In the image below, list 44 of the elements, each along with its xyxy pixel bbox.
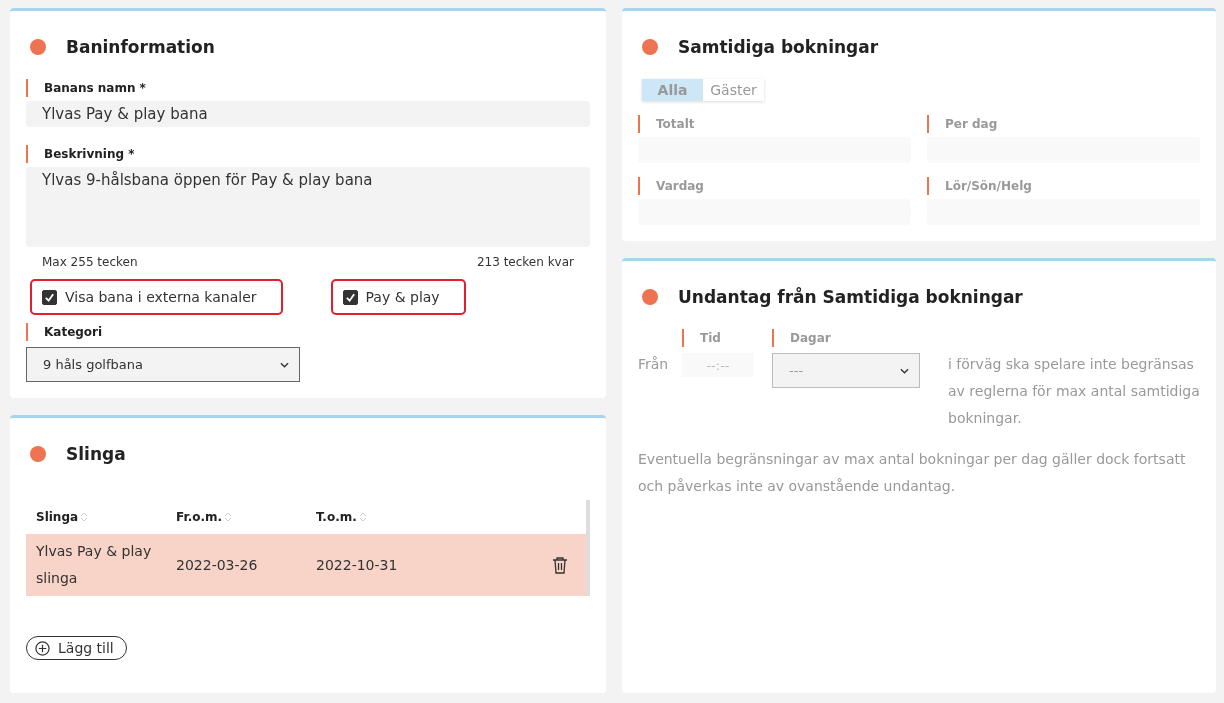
- column-header[interactable]: Fr.o.m.: [176, 510, 316, 524]
- from-label: Från: [638, 355, 670, 374]
- section-title: Baninformation: [66, 37, 215, 57]
- checkbox[interactable]: Pay & play: [330, 279, 466, 315]
- column-header[interactable]: T.o.m.: [316, 510, 536, 524]
- section-title: Undantag från Samtidiga bokningar: [678, 287, 1023, 307]
- check-icon: [44, 291, 55, 303]
- plus-circle-icon: [35, 640, 50, 656]
- field-label: Kategori: [26, 323, 590, 341]
- section-dot-icon: [642, 39, 658, 55]
- check-icon: [344, 291, 356, 303]
- checkbox[interactable]: Visa bana i externa kanaler: [30, 279, 283, 315]
- hint-text: 213 tecken kvar: [476, 255, 574, 269]
- hint-text: Max 255 tecken: [42, 255, 138, 269]
- table-cell-text: 2022-10-31: [316, 555, 399, 575]
- input-field[interactable]: Ylvas Pay & play bana: [26, 101, 590, 127]
- field-label: Tid: [682, 329, 772, 347]
- field-label: Lör/Sön/Helg: [927, 177, 1200, 195]
- field-label: Per dag: [927, 115, 1200, 133]
- section-title: Samtidiga bokningar: [678, 37, 879, 57]
- note-text: Eventuella begränsningar av max antal bokningar per dag gäller dock fortsatt och påverkas inte av ovanstående undantag.: [638, 450, 1187, 496]
- caret-icon: [280, 361, 289, 368]
- section-dot-icon: [642, 289, 658, 305]
- sort-icon[interactable]: [80, 511, 89, 523]
- field-label: Vardag: [638, 177, 911, 195]
- field-label: Beskrivning *: [26, 145, 590, 163]
- caret-icon: [900, 367, 909, 374]
- info-text: i förväg ska spelare inte begränsas av reglerna för max antal samtidiga bokningar.: [947, 355, 1200, 428]
- field-label: Dagar: [772, 329, 934, 347]
- table-cell-text: 2022-03-26: [176, 555, 259, 575]
- category-select[interactable]: 9 håls golfbana: [26, 347, 300, 382]
- column-header[interactable]: Slinga: [36, 510, 176, 524]
- trash-icon[interactable]: [552, 556, 568, 574]
- section-dot-icon: [30, 446, 46, 462]
- textarea-field[interactable]: Ylvas 9-hålsbana öppen för Pay & play bana: [26, 167, 590, 247]
- section-title: Slinga: [66, 444, 126, 464]
- section-dot-icon: [30, 39, 46, 55]
- field-label: Banans namn *: [26, 79, 590, 97]
- sort-icon[interactable]: [224, 511, 233, 523]
- sort-icon[interactable]: [358, 511, 367, 523]
- add-button[interactable]: Lägg till: [26, 636, 127, 660]
- table-row[interactable]: Ylvas Pay & play slinga 2022-03-26 2022-10-31: [26, 534, 586, 596]
- table-cell-text: Ylvas Pay & play slinga: [36, 542, 153, 588]
- field-label: Totalt: [638, 115, 911, 133]
